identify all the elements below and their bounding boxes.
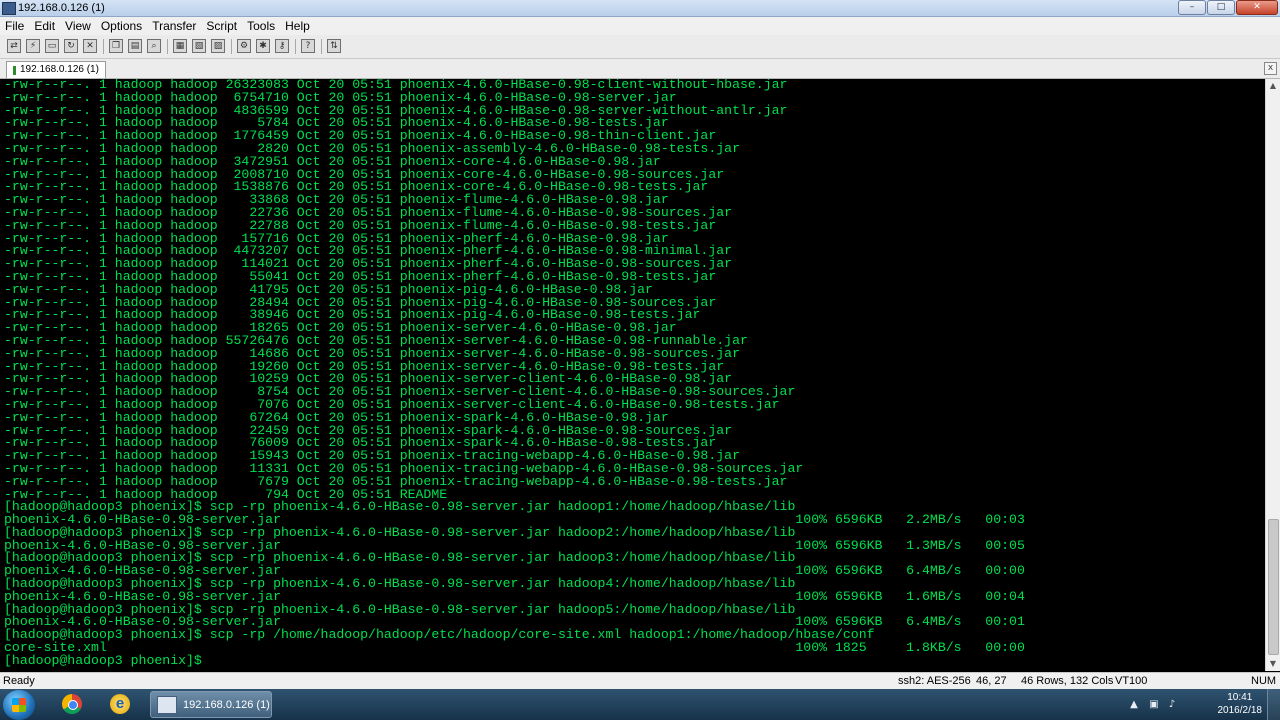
tab-label: 192.168.0.126 (1) <box>20 64 99 75</box>
menu-bar: File Edit View Options Transfer Script T… <box>0 17 1280 35</box>
disconnect-icon[interactable]: ✕ <box>83 39 97 53</box>
reconnect-icon[interactable]: ↻ <box>64 39 78 53</box>
connect-in-tab-icon[interactable]: ▭ <box>45 39 59 53</box>
taskbar-internet-explorer[interactable]: e <box>100 691 140 718</box>
taskbar-clock[interactable]: 10:41 2016/2/18 <box>1218 691 1263 717</box>
volume-icon[interactable]: ♪ <box>1166 699 1178 710</box>
system-tray: ▲ ▣ ♪ 10:41 2016/2/18 <box>1120 689 1280 720</box>
status-cursor: 46, 27 <box>976 675 1007 687</box>
print-icon[interactable]: ▦ <box>173 39 187 53</box>
menu-view[interactable]: View <box>60 17 96 35</box>
connected-indicator-icon <box>13 65 16 75</box>
menu-help[interactable]: Help <box>280 17 315 35</box>
chrome-icon <box>62 694 82 714</box>
key-map-icon[interactable]: ⚷ <box>275 39 289 53</box>
terminal-output[interactable]: -rw-r--r--. 1 hadoop hadoop 26323083 Oct… <box>0 79 1266 668</box>
status-encryption: ssh2: AES-256 <box>898 675 971 687</box>
find-icon[interactable]: ⌕ <box>147 39 161 53</box>
show-desktop-button[interactable] <box>1267 689 1280 720</box>
menu-tools[interactable]: Tools <box>242 17 280 35</box>
terminal-area[interactable]: -rw-r--r--. 1 hadoop hadoop 26323083 Oct… <box>0 79 1266 671</box>
menu-options[interactable]: Options <box>96 17 147 35</box>
quick-connect-icon[interactable]: ⚡ <box>26 39 40 53</box>
help-icon[interactable]: ? <box>301 39 315 53</box>
securecrt-app-icon[interactable] <box>2 2 16 15</box>
maximize-button[interactable]: □ <box>1207 0 1235 15</box>
menu-script[interactable]: Script <box>201 17 242 35</box>
close-tab-icon[interactable]: x <box>1264 62 1277 75</box>
status-bar: Ready ssh2: AES-256 46, 27 46 Rows, 132 … <box>0 672 1280 690</box>
scroll-down-icon[interactable]: ▼ <box>1266 657 1280 671</box>
taskbar-window-securecrt[interactable]: 192.168.0.126 (1) <box>150 691 272 718</box>
connect-icon[interactable]: ⇄ <box>7 39 21 53</box>
internet-explorer-icon: e <box>110 694 130 714</box>
windows-logo-icon <box>12 698 26 712</box>
status-size: 46 Rows, 132 Cols <box>1021 675 1114 687</box>
scroll-up-icon[interactable]: ▲ <box>1266 79 1280 93</box>
window-controls: – □ ✕ <box>1178 0 1278 15</box>
clock-date: 2016/2/18 <box>1217 705 1263 716</box>
title-bar: 192.168.0.126 (1) – □ ✕ <box>0 0 1280 17</box>
start-button[interactable] <box>3 690 35 720</box>
toolbar: ⇄ ⚡ ▭ ↻ ✕ ❐ ▤ ⌕ ▦ ▧ ▨ ⚙ ✱ ⚷ ? ⇅ <box>0 35 1280 59</box>
tab-session[interactable]: 192.168.0.126 (1) <box>6 61 106 78</box>
print-setup-icon[interactable]: ▧ <box>192 39 206 53</box>
scroll-thumb[interactable] <box>1268 519 1279 655</box>
taskbar-window-label: 192.168.0.126 (1) <box>183 698 270 711</box>
toolbar-separator <box>321 39 322 54</box>
session-options-icon[interactable]: ⚙ <box>237 39 251 53</box>
session-tab-bar: 192.168.0.126 (1) x <box>0 59 1280 79</box>
window-title: 192.168.0.126 (1) <box>18 2 105 14</box>
terminal-scrollbar[interactable]: ▲ ▼ <box>1265 79 1280 671</box>
global-options-icon[interactable]: ✱ <box>256 39 270 53</box>
tray-expand-icon[interactable]: ▲ <box>1128 699 1140 710</box>
sftp-icon[interactable]: ⇅ <box>327 39 341 53</box>
print-selection-icon[interactable]: ▨ <box>211 39 225 53</box>
menu-transfer[interactable]: Transfer <box>147 17 201 35</box>
copy-icon[interactable]: ❐ <box>109 39 123 53</box>
minimize-button[interactable]: – <box>1178 0 1206 15</box>
windows-taskbar: e 192.168.0.126 (1) ▲ ▣ ♪ 10:41 2016/2/1… <box>0 689 1280 720</box>
network-icon[interactable]: ▣ <box>1148 699 1160 710</box>
status-ready: Ready <box>3 675 35 687</box>
taskbar-chrome[interactable] <box>52 691 92 718</box>
close-button[interactable]: ✕ <box>1236 0 1278 15</box>
toolbar-separator <box>231 39 232 54</box>
toolbar-separator <box>295 39 296 54</box>
terminal-line: [hadoop@hadoop3 phoenix]$ <box>4 652 202 668</box>
status-emulation: VT100 <box>1115 675 1148 687</box>
securecrt-icon <box>157 695 177 714</box>
toolbar-separator <box>167 39 168 54</box>
clock-time: 10:41 <box>1227 692 1253 703</box>
menu-edit[interactable]: Edit <box>29 17 60 35</box>
status-num: NUM <box>1251 675 1277 687</box>
menu-file[interactable]: File <box>0 17 29 35</box>
paste-icon[interactable]: ▤ <box>128 39 142 53</box>
toolbar-separator <box>103 39 104 54</box>
